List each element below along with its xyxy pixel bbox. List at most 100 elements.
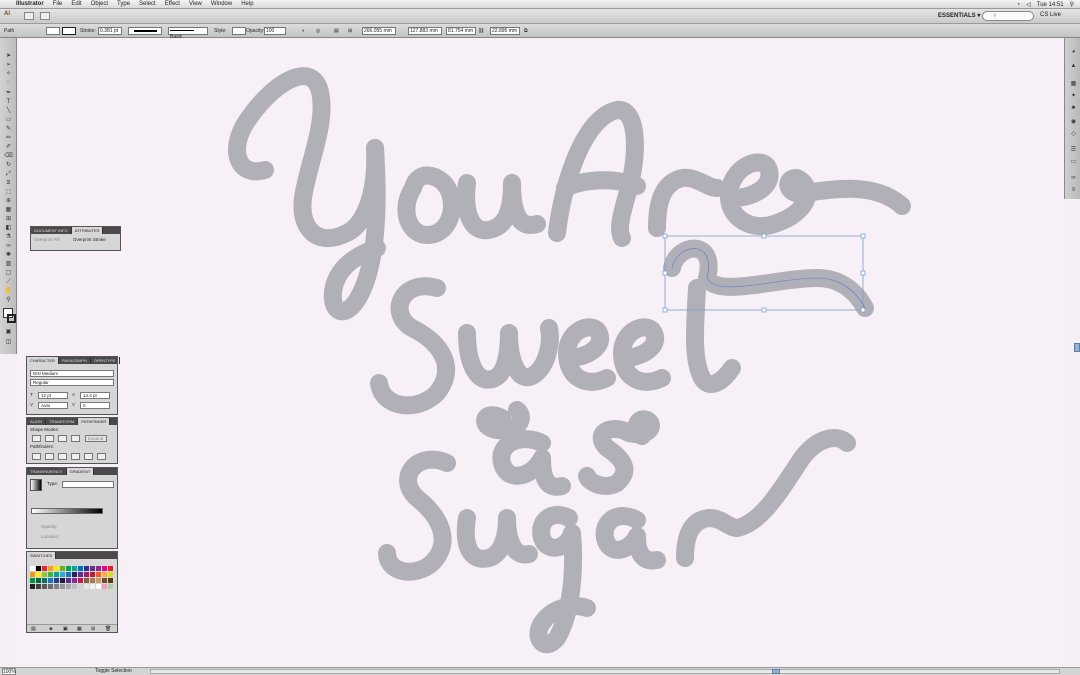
slice-tool-icon[interactable]: ⟋	[3, 278, 14, 286]
menu-type[interactable]: Type	[117, 1, 130, 7]
swatch-cell[interactable]	[42, 566, 47, 571]
hand-tool-icon[interactable]: ✋	[3, 287, 14, 295]
height-field[interactable]: 22.895 mm	[490, 27, 520, 35]
swatch-cell[interactable]	[48, 566, 53, 571]
volume-icon[interactable]: ◁	[1026, 1, 1031, 8]
scale-tool-icon[interactable]: ⤢	[3, 170, 14, 178]
tab-pathfinder[interactable]: PATHFINDER	[78, 418, 111, 425]
constrain-proportions-icon[interactable]: ⛓	[478, 27, 484, 35]
symbol-sprayer-tool-icon[interactable]: ✺	[3, 251, 14, 259]
color-guide-icon[interactable]: ▲	[1069, 62, 1078, 70]
outline-button[interactable]	[84, 453, 93, 460]
swatch-cell[interactable]	[30, 584, 35, 589]
swatch-cell[interactable]	[78, 572, 83, 577]
recolor-artwork-icon[interactable]: ◐	[302, 27, 305, 35]
overprint-stroke-checkbox[interactable]: Overprint Stroke	[73, 237, 106, 243]
wifi-icon[interactable]: ◔	[1017, 2, 1021, 8]
eyedropper-tool-icon[interactable]: ⚗	[3, 233, 14, 241]
bridge-button[interactable]	[24, 12, 34, 20]
brush-definition[interactable]: Basic	[168, 27, 208, 40]
magic-wand-tool-icon[interactable]: ✧	[3, 70, 14, 78]
show-swatch-kinds-icon[interactable]: ◈	[49, 626, 53, 632]
swatch-cell[interactable]	[108, 572, 113, 577]
swatch-cell[interactable]	[84, 566, 89, 571]
lasso-tool-icon[interactable]: ◌	[3, 79, 14, 87]
tab-swatches[interactable]: SWATCHES	[27, 552, 57, 559]
cs-live-button[interactable]: CS Live	[1040, 12, 1061, 18]
swatch-cell[interactable]	[96, 584, 101, 589]
swatch-cell[interactable]	[90, 578, 95, 583]
swatch-cell[interactable]	[72, 584, 77, 589]
swatch-cell[interactable]	[36, 584, 41, 589]
appearance-panel-icon[interactable]: ◇	[1069, 130, 1078, 138]
menu-effect[interactable]: Effect	[165, 1, 180, 7]
intersect-button[interactable]	[58, 435, 67, 442]
blend-tool-icon[interactable]: ∞	[3, 242, 14, 250]
menu-window[interactable]: Window	[211, 1, 232, 7]
rectangle-tool-icon[interactable]: ▭	[3, 116, 14, 124]
trim-button[interactable]	[45, 453, 54, 460]
leading-field[interactable]: 14.4 pt	[80, 392, 110, 399]
isolate-group-icon[interactable]: ◎	[316, 27, 320, 35]
width-field[interactable]: 81.754 mm	[446, 27, 476, 35]
column-graph-tool-icon[interactable]: ▥	[3, 260, 14, 268]
tab-document-info[interactable]: DOCUMENT INFO	[31, 227, 72, 234]
brushes-panel-icon[interactable]: ✦	[1069, 92, 1078, 100]
tab-gradient[interactable]: GRADIENT	[66, 468, 95, 475]
eraser-tool-icon[interactable]: ⌫	[3, 152, 14, 160]
swatch-cell[interactable]	[36, 578, 41, 583]
status-tool-readout[interactable]: Toggle Selection	[95, 668, 132, 675]
drawing-mode-icon[interactable]: ◫	[3, 338, 14, 346]
symbols-panel-icon[interactable]: ♣	[1069, 104, 1078, 112]
transform-icon[interactable]: ⧉	[524, 27, 528, 35]
swatch-cell[interactable]	[54, 578, 59, 583]
swatch-cell[interactable]	[72, 572, 77, 577]
swatch-cell[interactable]	[42, 578, 47, 583]
swatch-cell[interactable]	[30, 566, 35, 571]
tab-transparency[interactable]: TRANSPARENCY	[27, 468, 67, 475]
y-position-field[interactable]: 127.883 mm	[408, 27, 442, 35]
swatch-cell[interactable]	[30, 572, 35, 577]
divide-button[interactable]	[32, 453, 41, 460]
new-color-group-icon[interactable]: ▦	[77, 626, 82, 632]
swatch-cell[interactable]	[96, 578, 101, 583]
shape-builder-tool-icon[interactable]: ⊕	[3, 197, 14, 205]
zoom-field[interactable]: 100%	[2, 668, 16, 675]
swatch-cell[interactable]	[96, 566, 101, 571]
lettering-artwork[interactable]	[17, 38, 1064, 667]
swatch-cell[interactable]	[42, 584, 47, 589]
swatch-cell[interactable]	[42, 572, 47, 577]
line-tool-icon[interactable]: ╲	[3, 107, 14, 115]
swatch-cell[interactable]	[36, 572, 41, 577]
graphic-styles-icon[interactable]: ◉	[1069, 118, 1078, 126]
swatch-cell[interactable]	[108, 566, 113, 571]
menu-file[interactable]: File	[53, 1, 63, 7]
paintbrush-tool-icon[interactable]: ✎	[3, 125, 14, 133]
pencil-tool-icon[interactable]: ✏	[3, 134, 14, 142]
layers-panel-icon[interactable]: ☰	[1069, 146, 1078, 154]
mesh-tool-icon[interactable]: ⊞	[3, 215, 14, 223]
menu-view[interactable]: View	[189, 1, 202, 7]
crop-button[interactable]	[71, 453, 80, 460]
workspace-switcher[interactable]: ESSENTIALS ▾	[938, 12, 980, 19]
spotlight-icon[interactable]: ⚲	[1070, 1, 1074, 8]
tab-align[interactable]: ALIGN	[27, 418, 47, 425]
swatch-cell[interactable]	[84, 572, 89, 577]
gradient-slider[interactable]	[31, 508, 103, 514]
swatch-cell[interactable]	[30, 578, 35, 583]
menu-object[interactable]: Object	[91, 1, 108, 7]
artboard-canvas[interactable]	[17, 38, 1064, 667]
artboard-tool-icon[interactable]: ▢	[3, 269, 14, 277]
swatch-cell[interactable]	[36, 566, 41, 571]
swatch-cell[interactable]	[66, 566, 71, 571]
graphic-style-swatch[interactable]	[232, 27, 246, 35]
swatch-cell[interactable]	[60, 572, 65, 577]
fill-swatch[interactable]	[46, 27, 60, 35]
expand-button[interactable]: Expand	[85, 435, 107, 442]
swatch-cell[interactable]	[78, 584, 83, 589]
clock[interactable]: Tue 14:51	[1037, 2, 1064, 8]
swatch-cell[interactable]	[90, 572, 95, 577]
swatch-cell[interactable]	[72, 566, 77, 571]
swatch-cell[interactable]	[72, 578, 77, 583]
swatch-cell[interactable]	[54, 572, 59, 577]
